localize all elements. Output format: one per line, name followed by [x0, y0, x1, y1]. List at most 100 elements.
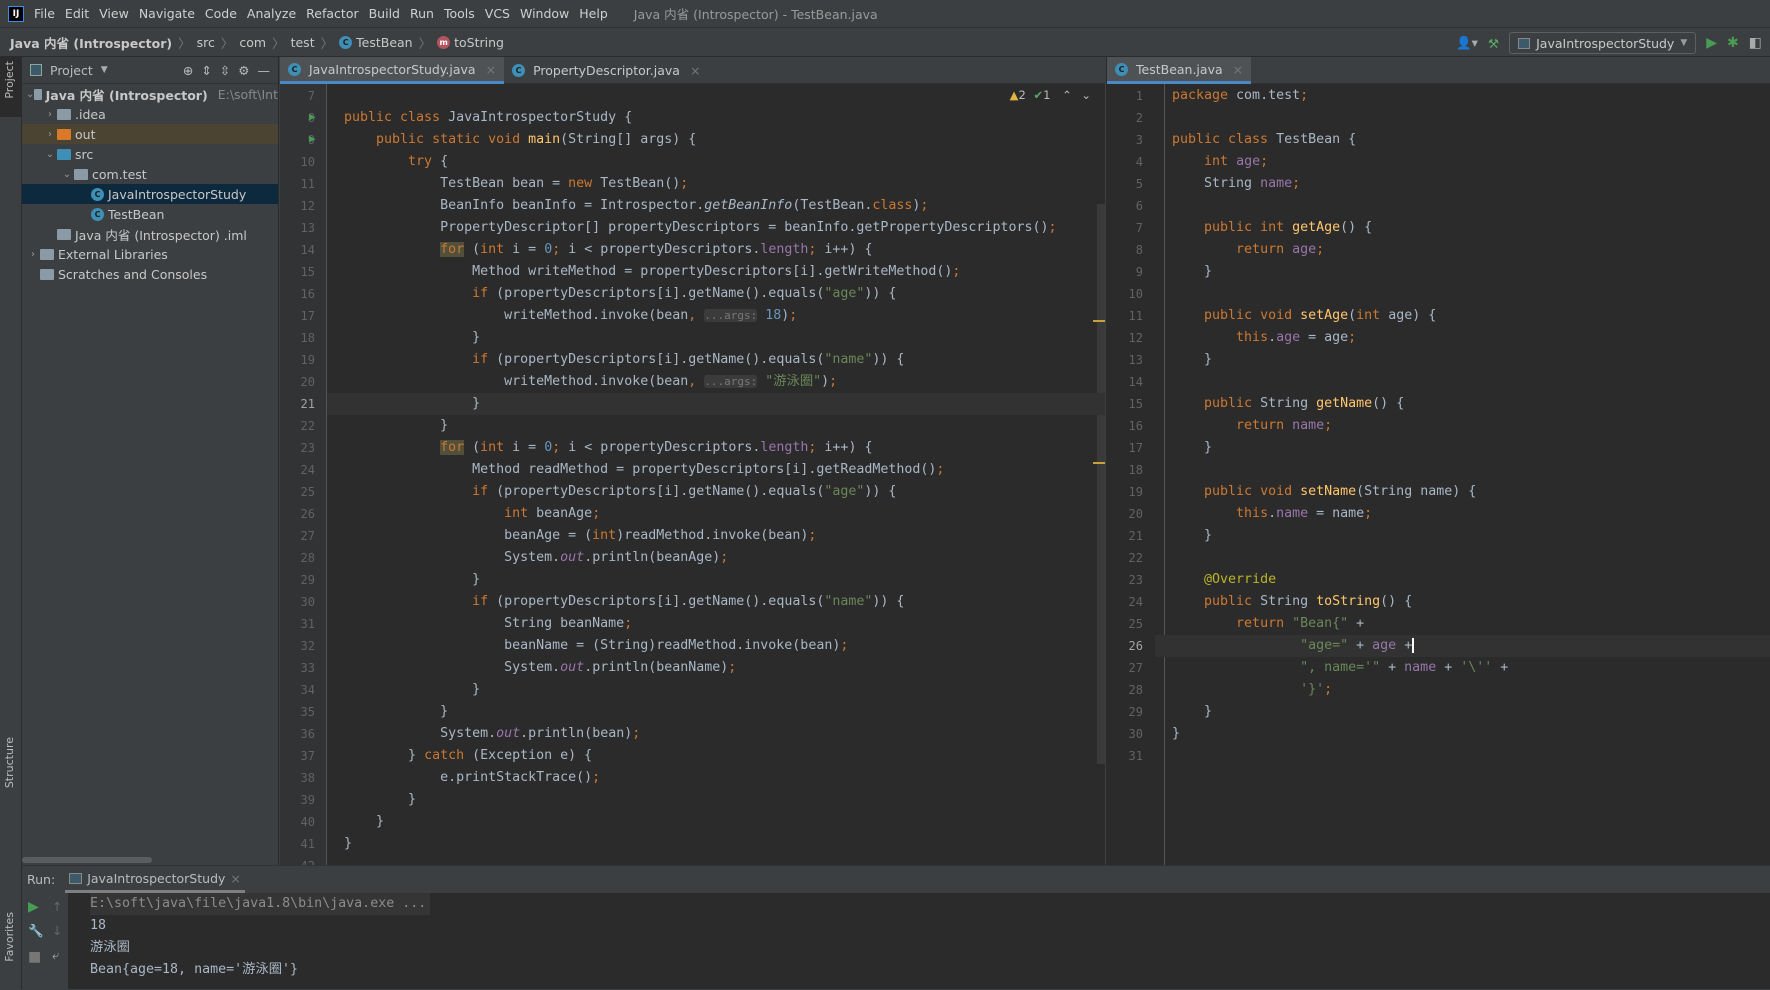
collapse-all-icon[interactable]: ⇳	[220, 63, 230, 78]
code-token: if	[472, 286, 497, 301]
debug-icon[interactable]: ✱	[1727, 35, 1739, 51]
tree-item[interactable]: ⌄ com.test	[22, 164, 278, 184]
code-line: return "Bean{" +	[1172, 613, 1364, 635]
locate-icon[interactable]: ⊕	[183, 63, 193, 78]
menu-vcs[interactable]: VCS	[485, 6, 510, 21]
class-icon: C	[91, 187, 104, 201]
run-icon[interactable]: ▶	[1706, 35, 1717, 51]
up-arrow-icon[interactable]: ↑	[52, 899, 62, 914]
prev-highlight-icon[interactable]: ⌃	[1062, 88, 1072, 102]
project-tool-tab[interactable]: Project	[3, 61, 16, 99]
code-token: }	[344, 572, 481, 587]
menu-code[interactable]: Code	[205, 6, 237, 21]
chevron-down-icon[interactable]: ▼	[101, 65, 108, 75]
structure-tool-tab[interactable]: Structure	[3, 737, 16, 788]
project-view-select[interactable]: Project	[50, 63, 93, 78]
left-code-editor[interactable]: ▲2 ✔1 ⌃ ⌄ 7 8 ▶ public class JavaIntrospect…	[280, 84, 1105, 865]
line-number: 23	[1128, 573, 1143, 587]
soft-wrap-icon[interactable]: ⤶	[52, 947, 59, 963]
close-icon[interactable]: ×	[230, 871, 240, 886]
code-token: System.	[344, 726, 497, 741]
menu-edit[interactable]: Edit	[65, 6, 89, 21]
code-token: TestBean {	[1276, 132, 1357, 147]
right-code-editor[interactable]: 1 package com.test; 2 3 public class TestBea…	[1106, 84, 1770, 865]
chevron-down-icon[interactable]: ⌄	[60, 169, 74, 180]
menu-tools[interactable]: Tools	[444, 6, 475, 21]
folder-icon	[57, 108, 71, 120]
next-highlight-icon[interactable]: ⌄	[1081, 88, 1091, 102]
breadcrumb-class[interactable]: TestBean	[356, 35, 412, 50]
menu-run[interactable]: Run	[410, 6, 434, 21]
code-token: out	[560, 660, 585, 675]
main-toolbar: 👤▾ ⚒ JavaIntrospectorStudy ▼ ▶ ✱ ◧	[1456, 30, 1770, 56]
run-gutter-icon[interactable]: ▶	[309, 110, 316, 123]
breadcrumb-method[interactable]: toString	[454, 35, 504, 50]
vertical-scrollbar[interactable]	[1097, 204, 1105, 764]
chevron-down-icon[interactable]: ⌄	[26, 89, 34, 100]
code-token: i < propertyDescriptors.	[568, 242, 761, 257]
code-token: name	[1276, 506, 1317, 521]
code-token: setName	[1300, 484, 1357, 499]
chevron-right-icon[interactable]: ›	[43, 129, 57, 140]
text-cursor: ​	[1412, 638, 1415, 653]
close-icon[interactable]: ×	[690, 63, 700, 78]
menu-refactor[interactable]: Refactor	[306, 6, 358, 21]
tree-item[interactable]: Scratches and Consoles	[22, 264, 278, 284]
menu-file[interactable]: File	[34, 6, 55, 21]
editor-tab[interactable]: C JavaIntrospectorStudy.java ×	[280, 57, 505, 84]
code-token: 18	[757, 308, 782, 323]
tree-item[interactable]: C JavaIntrospectorStudy	[22, 184, 278, 204]
run-tab[interactable]: JavaIntrospectorStudy ×	[65, 866, 245, 893]
build-hammer-icon[interactable]: ⚒	[1488, 36, 1499, 51]
code-token: )) {	[872, 594, 905, 609]
coverage-icon[interactable]: ◧	[1749, 35, 1762, 51]
code-line: }	[1172, 437, 1212, 459]
user-icon[interactable]: 👤▾	[1456, 35, 1478, 51]
horizontal-scrollbar[interactable]	[22, 857, 152, 863]
code-line: public String toString() {	[1172, 591, 1412, 613]
gear-icon[interactable]: ⚙	[238, 63, 249, 78]
down-arrow-icon[interactable]: ↓	[52, 923, 62, 938]
chevron-right-icon[interactable]: ›	[26, 249, 40, 260]
hide-icon[interactable]: —	[258, 63, 271, 78]
menu-bar: IJ File Edit View Navigate Code Analyze Refact…	[0, 0, 1770, 28]
close-icon[interactable]: ×	[486, 62, 496, 77]
menu-build[interactable]: Build	[369, 6, 400, 21]
tree-item[interactable]: ⌄ src	[22, 144, 278, 164]
menu-view[interactable]: View	[99, 6, 129, 21]
tree-item[interactable]: › out	[22, 124, 278, 144]
tree-item[interactable]: › External Libraries	[22, 244, 278, 264]
project-panel: Project ▼ ⊕ ⇕ ⇳ ⚙ — ⌄ Java 内省 (Introspect…	[22, 57, 279, 865]
editor-tab[interactable]: C PropertyDescriptor.java ×	[504, 57, 708, 84]
breadcrumb-test[interactable]: test	[291, 35, 315, 50]
close-icon[interactable]: ×	[1233, 62, 1243, 77]
tree-item[interactable]: Java 内省 (Introspector) .iml	[22, 224, 278, 244]
breadcrumb-com[interactable]: com	[239, 35, 266, 50]
menu-analyze[interactable]: Analyze	[247, 6, 296, 21]
menu-help[interactable]: Help	[579, 6, 608, 21]
expand-all-icon[interactable]: ⇕	[201, 63, 211, 78]
stop-icon[interactable]: ■	[28, 949, 41, 965]
code-token: (String[] args) {	[560, 132, 697, 147]
code-token: age) {	[1388, 308, 1437, 323]
tree-item[interactable]: › .idea	[22, 104, 278, 124]
inspection-widget[interactable]: ▲2 ✔1 ⌃ ⌄	[1010, 88, 1091, 102]
rerun-icon[interactable]: ▶	[28, 899, 39, 915]
run-gutter-icon[interactable]: ▶	[309, 132, 316, 145]
run-config-select[interactable]: JavaIntrospectorStudy ▼	[1509, 32, 1697, 54]
chevron-right-icon[interactable]: ›	[43, 109, 57, 120]
menu-window[interactable]: Window	[520, 6, 569, 21]
editor-tab[interactable]: C TestBean.java ×	[1107, 57, 1252, 84]
menu-navigate[interactable]: Navigate	[139, 6, 195, 21]
code-token: main	[528, 132, 561, 147]
breadcrumb-src[interactable]: src	[197, 35, 215, 50]
wrench-icon[interactable]: 🔧	[28, 923, 44, 939]
favorites-tool-tab[interactable]: Favorites	[3, 912, 16, 962]
chevron-down-icon[interactable]: ⌄	[43, 149, 57, 160]
tree-item-label: TestBean	[108, 206, 165, 222]
tree-item[interactable]: C TestBean	[22, 204, 278, 224]
breadcrumb-project[interactable]: Java 内省 (Introspector)	[10, 33, 172, 52]
tree-item[interactable]: ⌄ Java 内省 (Introspector) E:\soft\Int	[22, 84, 278, 104]
